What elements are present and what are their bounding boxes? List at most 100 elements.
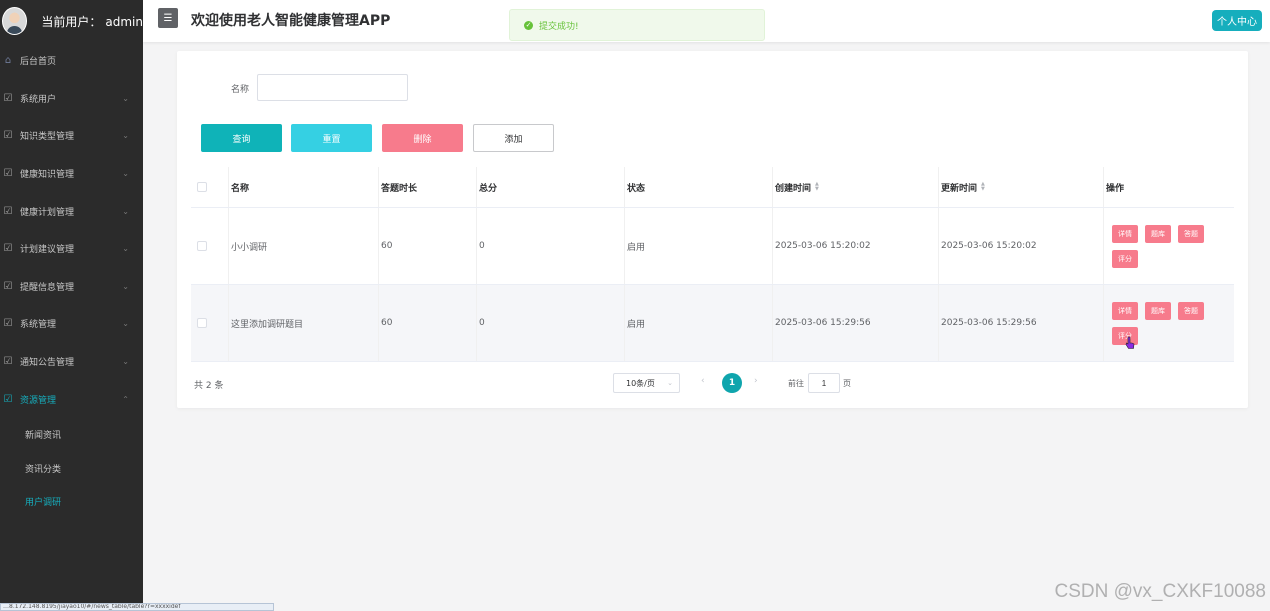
survey-table: 名称 答题时长 总分 状态 创建时间 ▲ ▼ 更新时间 ▲ ▼ 操作 小小调研 60 0… xyxy=(191,167,1234,362)
sidebar-item-label: 提醒信息管理 xyxy=(20,282,75,293)
submenu-item-news-categories[interactable]: 资讯分类 xyxy=(0,451,143,485)
row-select-cell xyxy=(191,208,229,284)
edit-icon: ☑ xyxy=(3,243,13,255)
row-checkbox[interactable] xyxy=(197,241,207,251)
table-row: 这里添加调研题目 60 0 启用 2025-03-06 15:29:56 202… xyxy=(191,285,1234,362)
column-header-duration: 答题时长 xyxy=(379,167,477,207)
reset-button[interactable]: 重置 xyxy=(291,124,372,152)
success-toast: ✓ 提交成功! xyxy=(509,9,765,41)
sort-icon[interactable]: ▲ ▼ xyxy=(981,182,985,192)
prev-page-icon[interactable]: ‹ xyxy=(701,376,705,386)
detail-button[interactable]: 详情 xyxy=(1112,224,1138,243)
column-header-created[interactable]: 创建时间 ▲ ▼ xyxy=(773,167,939,207)
edit-icon: ☑ xyxy=(3,393,13,405)
edit-icon: ☑ xyxy=(3,280,13,292)
sidebar-item-label: 知识类型管理 xyxy=(20,132,75,143)
sidebar-menu: ⌂ 后台首页 ☑ 系统用户 ⌄ ☑ 知识类型管理 ⌄ ☑ 健康知识管理 ⌄ ☑ … xyxy=(0,42,143,418)
goto-page-input[interactable] xyxy=(808,373,840,393)
sidebar-item-health-plans[interactable]: ☑ 健康计划管理 ⌄ xyxy=(0,192,143,230)
current-username: admin xyxy=(105,14,143,29)
sidebar-item-label: 资源管理 xyxy=(20,395,57,406)
column-header-actions: 操作 xyxy=(1106,183,1125,194)
page-title: 欢迎使用老人智能健康管理APP xyxy=(191,13,391,29)
column-header-score: 总分 xyxy=(477,167,625,207)
sort-icon[interactable]: ▲ ▼ xyxy=(815,182,819,192)
edit-icon: ☑ xyxy=(3,130,13,142)
cell-name: 小小调研 xyxy=(229,208,379,284)
cell-updated: 2025-03-06 15:29:56 xyxy=(939,285,1104,361)
cell-created: 2025-03-06 15:20:02 xyxy=(773,208,939,284)
sidebar-item-home[interactable]: ⌂ 后台首页 xyxy=(0,42,143,80)
next-page-icon[interactable]: › xyxy=(754,376,758,386)
top-header: ☰ 欢迎使用老人智能健康管理APP ✓ 提交成功! 个人中心 xyxy=(143,0,1270,42)
page-size-select[interactable]: 10条/页 ⌄ xyxy=(613,373,680,393)
question-bank-button[interactable]: 题库 xyxy=(1145,301,1171,320)
chevron-down-icon: ⌄ xyxy=(122,93,129,103)
question-bank-button[interactable]: 题库 xyxy=(1145,224,1171,243)
search-name-label: 名称 xyxy=(231,85,250,95)
sidebar-item-system-management[interactable]: ☑ 系统管理 ⌄ xyxy=(0,305,143,343)
column-header-updated[interactable]: 更新时间 ▲ ▼ xyxy=(939,167,1104,207)
survey-list-card: 名称 查询 重置 删除 添加 名称 答题时长 总分 状态 创建时间 ▲ ▼ 更新时间… xyxy=(177,51,1248,408)
chevron-up-icon: ⌃ xyxy=(122,394,129,404)
row-select-cell xyxy=(191,285,229,361)
detail-button[interactable]: 详情 xyxy=(1112,301,1138,320)
add-button[interactable]: 添加 xyxy=(473,124,554,152)
column-header-label: 创建时间 xyxy=(775,183,812,194)
chevron-down-icon: ⌄ xyxy=(122,244,129,254)
grade-button[interactable]: 评分 xyxy=(1112,249,1138,268)
page-number-current[interactable]: 1 xyxy=(722,373,742,393)
chevron-down-icon: ⌄ xyxy=(667,379,673,387)
cell-duration: 60 xyxy=(379,208,477,284)
menu-toggle-icon[interactable]: ☰ xyxy=(158,8,178,28)
edit-icon: ☑ xyxy=(3,92,13,104)
row-checkbox[interactable] xyxy=(197,318,207,328)
avatar[interactable] xyxy=(2,7,28,35)
sidebar-item-knowledge-types[interactable]: ☑ 知识类型管理 ⌄ xyxy=(0,117,143,155)
pagination: 共 2 条 10条/页 ⌄ ‹ 1 › 前往 页 xyxy=(191,371,1234,395)
column-header-status: 状态 xyxy=(625,167,773,207)
sidebar-item-label: 健康知识管理 xyxy=(20,170,75,181)
check-circle-icon: ✓ xyxy=(524,20,533,30)
chevron-down-icon: ⌄ xyxy=(122,131,129,141)
select-all-checkbox[interactable] xyxy=(197,182,207,192)
submenu-item-user-survey[interactable]: 用户调研 xyxy=(0,485,143,519)
search-name-input[interactable] xyxy=(257,74,408,101)
profile-button[interactable]: 个人中心 xyxy=(1212,10,1262,31)
toast-message: 提交成功! xyxy=(539,21,579,32)
browser-status-url: …8.172.148.8195/jiayao10/#/news_table/ta… xyxy=(0,603,274,611)
chevron-down-icon: ⌄ xyxy=(122,281,129,291)
sidebar-item-label: 健康计划管理 xyxy=(20,207,75,218)
sidebar-item-plan-suggestions[interactable]: ☑ 计划建议管理 ⌄ xyxy=(0,230,143,268)
chevron-down-icon: ⌄ xyxy=(122,319,129,329)
cell-actions: 详情 题库 答题 评分 xyxy=(1104,208,1234,284)
cell-created: 2025-03-06 15:29:56 xyxy=(773,285,939,361)
resources-submenu: 新闻资讯 资讯分类 用户调研 xyxy=(0,418,143,519)
sidebar-item-label: 系统用户 xyxy=(20,94,57,105)
answer-button[interactable]: 答题 xyxy=(1178,224,1204,243)
user-box: 当前用户： admin xyxy=(0,0,143,42)
cell-score: 0 xyxy=(477,285,625,361)
answer-button[interactable]: 答题 xyxy=(1178,301,1204,320)
edit-icon: ☑ xyxy=(3,168,13,180)
current-user-label: 当前用户： xyxy=(41,14,102,29)
chevron-down-icon: ⌄ xyxy=(122,169,129,179)
edit-icon: ☑ xyxy=(3,318,13,330)
sidebar-item-label: 计划建议管理 xyxy=(20,245,75,256)
goto-unit: 页 xyxy=(843,379,851,388)
edit-icon: ☑ xyxy=(3,356,13,368)
sidebar-item-health-knowledge[interactable]: ☑ 健康知识管理 ⌄ xyxy=(0,155,143,193)
cell-score: 0 xyxy=(477,208,625,284)
goto-label: 前往 xyxy=(788,379,804,388)
sidebar-item-notices[interactable]: ☑ 通知公告管理 ⌄ xyxy=(0,343,143,381)
home-icon: ⌂ xyxy=(4,55,12,67)
delete-button[interactable]: 删除 xyxy=(382,124,463,152)
sidebar-item-resources[interactable]: ☑ 资源管理 ⌃ xyxy=(0,380,143,418)
sidebar-item-reminders[interactable]: ☑ 提醒信息管理 ⌄ xyxy=(0,268,143,306)
query-button[interactable]: 查询 xyxy=(201,124,282,152)
chevron-down-icon: ⌄ xyxy=(122,357,129,367)
total-count: 共 2 条 xyxy=(194,381,224,391)
submenu-item-news[interactable]: 新闻资讯 xyxy=(0,418,143,452)
sidebar-item-system-users[interactable]: ☑ 系统用户 ⌄ xyxy=(0,80,143,118)
cell-actions: 详情 题库 答题 评分 xyxy=(1104,285,1234,361)
